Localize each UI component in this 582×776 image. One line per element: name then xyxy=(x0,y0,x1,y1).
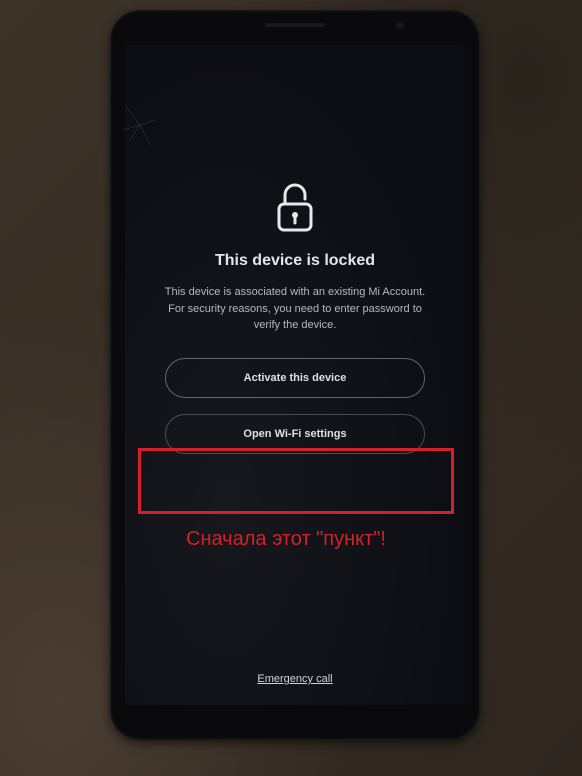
phone-front-camera xyxy=(395,20,405,30)
activate-label: Activate this device xyxy=(244,372,347,384)
lock-description: This device is associated with an existi… xyxy=(125,284,465,334)
activate-device-button[interactable]: Activate this device xyxy=(165,358,425,398)
phone-screen: This device is locked This device is ass… xyxy=(125,45,465,705)
open-wifi-settings-button[interactable]: Open Wi-Fi settings xyxy=(165,414,425,454)
phone-frame: This device is locked This device is ass… xyxy=(110,10,480,740)
lock-title: This device is locked xyxy=(215,252,375,270)
phone-speaker xyxy=(265,23,325,27)
emergency-call-link[interactable]: Emergency call xyxy=(257,673,332,685)
unlock-icon xyxy=(273,180,317,234)
wifi-label: Open Wi-Fi settings xyxy=(243,428,346,440)
